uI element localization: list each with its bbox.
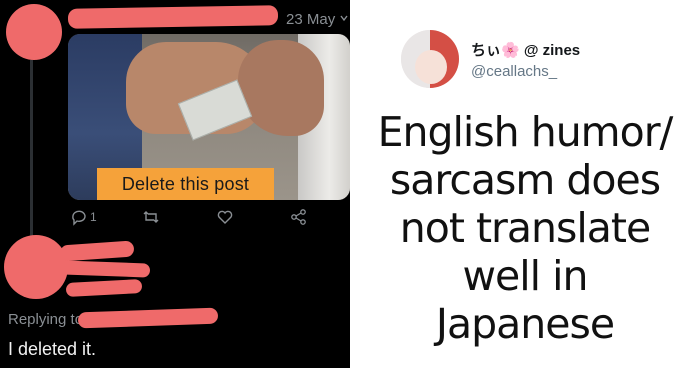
reply-text: I deleted it. [8, 339, 97, 359]
tweet-text-line: well in [462, 252, 589, 300]
delete-post-label: Delete this post [97, 168, 274, 200]
redacted-reply-avatar [4, 235, 68, 299]
replying-to-text: Replying to [8, 311, 84, 328]
redacted-username [67, 5, 279, 29]
redacted-avatar [6, 4, 62, 60]
tweet-text-line: Japanese [435, 300, 615, 348]
like-icon[interactable] [216, 208, 234, 226]
tweet-text-line: English humor/ [377, 108, 674, 156]
redacted-reply-username [59, 240, 135, 262]
profile-avatar[interactable] [401, 30, 459, 88]
avatar-face [415, 50, 447, 84]
redacted-reply-extra [65, 279, 143, 297]
white-tweet-card: ちぃ🌸 @ zines @ceallachs_ English humor/ s… [350, 0, 700, 368]
tweet-text-line: sarcasm does [389, 156, 661, 204]
thread-line [30, 60, 33, 255]
reply-count: 1 [90, 210, 97, 224]
share-icon[interactable] [290, 208, 308, 226]
redacted-replying-to-handle [77, 307, 219, 329]
chevron-down-icon[interactable] [340, 14, 348, 22]
user-handle[interactable]: @ceallachs_ [471, 63, 557, 80]
redacted-reply-handle [59, 260, 151, 278]
reply-icon[interactable] [70, 208, 88, 226]
tweet-date: 23 May [286, 11, 336, 28]
tweet-text-line: not translate [399, 204, 651, 252]
dark-tweet-screenshot: 23 May Delete this post 1 Replying to I … [0, 0, 350, 368]
tweet-text: English humor/ sarcasm does not translat… [370, 108, 680, 348]
retweet-icon[interactable] [142, 208, 160, 226]
display-name[interactable]: ちぃ🌸 @ zines [471, 39, 580, 60]
